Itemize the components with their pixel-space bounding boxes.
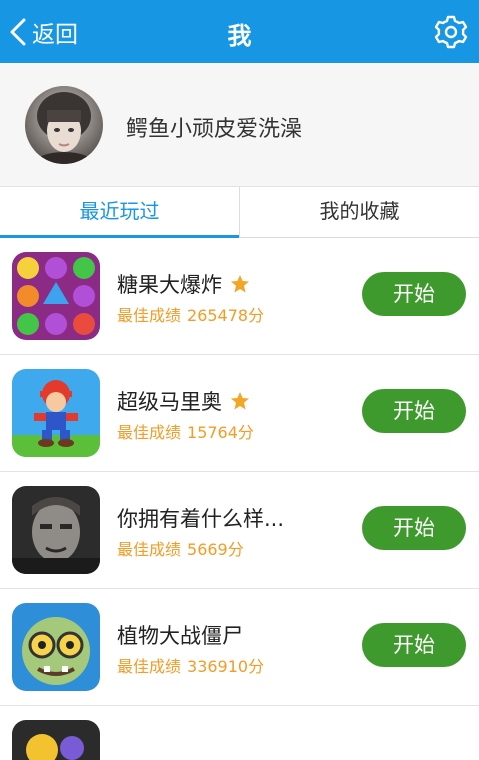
score-value: 265478分 <box>187 306 265 325</box>
start-button[interactable]: 开始 <box>362 389 466 433</box>
game-name: 你拥有着什么样... <box>117 507 285 531</box>
list-item[interactable] <box>0 706 479 760</box>
game-name: 糖果大爆炸 <box>117 273 222 297</box>
game-list: 糖果大爆炸 最佳成绩 265478分 开始 超级马里奥 最佳成绩 15764分 … <box>0 238 479 760</box>
avatar-image <box>25 86 103 164</box>
game-name: 植物大战僵尸 <box>117 624 243 648</box>
tab-recently-played[interactable]: 最近玩过 <box>0 187 239 238</box>
candy-game-icon <box>12 252 100 340</box>
tab-favorites[interactable]: 我的收藏 <box>239 187 479 237</box>
score-label: 最佳成绩 <box>117 657 182 676</box>
game-title: 你拥有着什么样... <box>117 503 284 533</box>
score-value: 336910分 <box>187 657 265 676</box>
top-bar: 返回 我 <box>0 0 479 63</box>
page-title: 我 <box>227 22 252 50</box>
start-button[interactable]: 开始 <box>362 623 466 667</box>
star-icon <box>231 392 249 410</box>
quiz-game-icon <box>12 486 100 574</box>
game-name: 超级马里奥 <box>117 390 222 414</box>
score-label: 最佳成绩 <box>117 306 182 325</box>
score-label: 最佳成绩 <box>117 540 182 559</box>
score-label: 最佳成绩 <box>117 423 182 442</box>
game-icon <box>12 720 100 760</box>
avatar[interactable] <box>25 86 103 164</box>
start-button[interactable]: 开始 <box>362 272 466 316</box>
score-value: 5669分 <box>187 540 244 559</box>
star-icon <box>231 275 249 293</box>
list-item[interactable]: 糖果大爆炸 最佳成绩 265478分 开始 <box>0 238 479 355</box>
best-score: 最佳成绩 15764分 <box>117 419 254 443</box>
start-button[interactable]: 开始 <box>362 506 466 550</box>
list-item[interactable]: 植物大战僵尸 最佳成绩 336910分 开始 <box>0 589 479 706</box>
username: 鳄鱼小顽皮爱洗澡 <box>126 117 303 142</box>
gear-icon[interactable] <box>433 14 469 50</box>
game-title: 糖果大爆炸 <box>117 269 250 299</box>
best-score: 最佳成绩 265478分 <box>117 302 264 326</box>
tab-bar: 最近玩过 我的收藏 <box>0 187 479 238</box>
best-score: 最佳成绩 336910分 <box>117 653 264 677</box>
game-title: 植物大战僵尸 <box>117 620 243 650</box>
best-score: 最佳成绩 5669分 <box>117 536 244 560</box>
score-value: 15764分 <box>187 423 254 442</box>
zombie-game-icon <box>12 603 100 691</box>
list-item[interactable]: 超级马里奥 最佳成绩 15764分 开始 <box>0 355 479 472</box>
mario-game-icon <box>12 369 100 457</box>
list-item[interactable]: 你拥有着什么样... 最佳成绩 5669分 开始 <box>0 472 479 589</box>
game-title: 超级马里奥 <box>117 386 250 416</box>
profile-section: 鳄鱼小顽皮爱洗澡 <box>0 63 479 187</box>
